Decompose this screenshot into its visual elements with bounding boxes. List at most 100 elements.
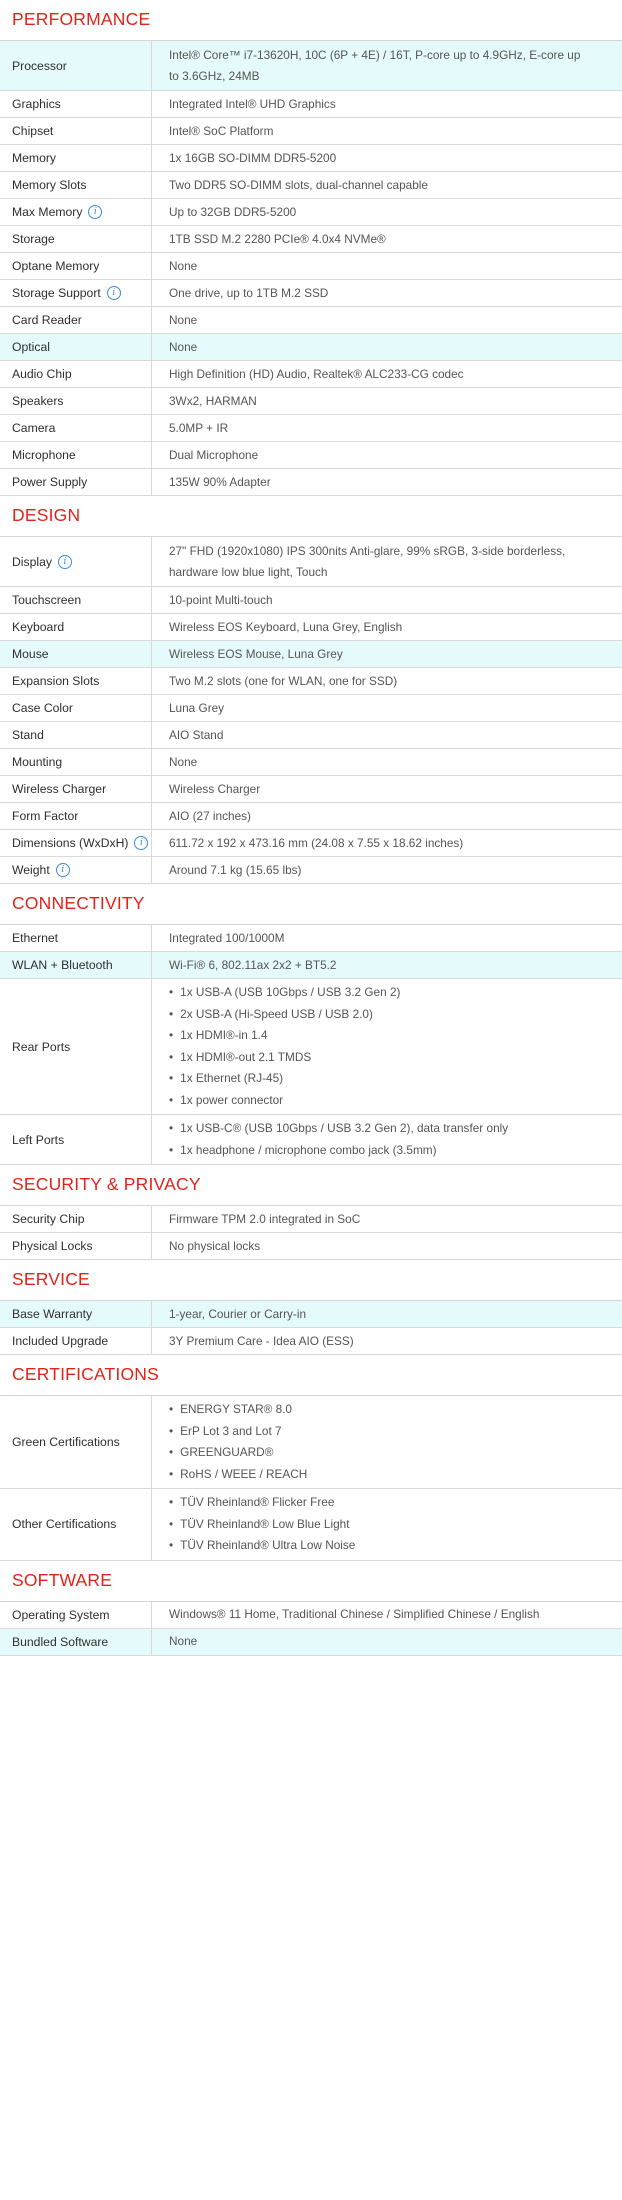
spec-value-cell: AIO (27 inches): [152, 803, 622, 829]
spec-label-cell: Display i: [0, 537, 152, 586]
spec-row-mouse: Mouse Wireless EOS Mouse, Luna Grey: [0, 641, 622, 668]
spec-value: 27" FHD (1920x1080) IPS 300nits Anti-gla…: [169, 543, 566, 558]
spec-label-cell: Mounting: [0, 749, 152, 775]
spec-label-cell: Expansion Slots: [0, 668, 152, 694]
spec-bullet-item: TÜV Rheinland® Flicker Free: [169, 1492, 612, 1514]
spec-value: Two DDR5 SO-DIMM slots, dual-channel cap…: [169, 177, 428, 192]
spec-row-wireless-charger: Wireless Charger Wireless Charger: [0, 776, 622, 803]
spec-label: Display: [12, 554, 52, 569]
spec-label-cell: Storage: [0, 226, 152, 252]
spec-label: Optical: [12, 340, 50, 354]
spec-value-cell: Two DDR5 SO-DIMM slots, dual-channel cap…: [152, 172, 622, 198]
spec-label: Expansion Slots: [12, 674, 100, 688]
spec-bullet-list: 1x USB-A (USB 10Gbps / USB 3.2 Gen 2)2x …: [169, 982, 612, 1111]
spec-row-other-certifications: Other Certifications TÜV Rheinland® Flick…: [0, 1489, 622, 1561]
section-title-software: SOFTWARE: [0, 1561, 622, 1602]
spec-value-cell: Wireless EOS Keyboard, Luna Grey, Englis…: [152, 614, 622, 640]
spec-value-cell: Luna Grey: [152, 695, 622, 721]
spec-value-cell: ENERGY STAR® 8.0ErP Lot 3 and Lot 7GREEN…: [152, 1396, 622, 1488]
spec-value: None: [169, 258, 198, 273]
spec-value-cell: Wireless EOS Mouse, Luna Grey: [152, 641, 622, 667]
spec-label-cell: Green Certifications: [0, 1396, 152, 1488]
spec-value: Intel® Core™ i7-13620H, 10C (6P + 4E) / …: [169, 47, 581, 62]
spec-row-expansion-slots: Expansion Slots Two M.2 slots (one for WL…: [0, 668, 622, 695]
spec-value: Windows® 11 Home, Traditional Chinese / …: [169, 1607, 540, 1621]
spec-label: Graphics: [12, 97, 61, 111]
spec-row-microphone: Microphone Dual Microphone: [0, 442, 622, 469]
spec-label: Green Certifications: [12, 1435, 120, 1449]
info-icon[interactable]: i: [57, 554, 72, 569]
spec-label: Processor: [12, 58, 67, 73]
spec-bullet-list: TÜV Rheinland® Flicker Free TÜV Rheinland…: [169, 1492, 612, 1557]
spec-value-cell: 135W 90% Adapter: [152, 469, 622, 495]
spec-value-cell: 27" FHD (1920x1080) IPS 300nits Anti-gla…: [152, 537, 622, 586]
spec-value: None: [169, 1634, 198, 1648]
spec-row-graphics: Graphics Integrated Intel® UHD Graphics: [0, 91, 622, 118]
info-icon[interactable]: i: [88, 205, 103, 219]
spec-row-ethernet: Ethernet Integrated 100/1000M: [0, 925, 622, 952]
spec-value: None: [169, 754, 198, 769]
spec-row-wlan-bluetooth: WLAN + Bluetooth Wi-Fi® 6, 802.11ax 2x2 +…: [0, 952, 622, 979]
spec-label: Weight: [12, 863, 50, 877]
spec-label: Max Memory: [12, 205, 83, 219]
spec-label: Storage Support: [12, 286, 101, 300]
spec-label: Microphone: [12, 448, 76, 462]
spec-label-cell: Stand: [0, 722, 152, 748]
spec-label: Left Ports: [12, 1132, 65, 1147]
spec-row-storage: Storage 1TB SSD M.2 2280 PCIe® 4.0x4 NVMe…: [0, 226, 622, 253]
spec-bullet-item: TÜV Rheinland® Ultra Low Noise: [169, 1535, 612, 1557]
info-icon[interactable]: i: [55, 863, 70, 877]
spec-label: Bundled Software: [12, 1634, 109, 1649]
spec-value-cell: TÜV Rheinland® Flicker Free TÜV Rheinland…: [152, 1489, 622, 1560]
spec-row-optane-memory: Optane Memory None: [0, 253, 622, 280]
spec-bullet-item: ErP Lot 3 and Lot 7: [169, 1421, 612, 1443]
spec-label-cell: Left Ports: [0, 1115, 152, 1164]
spec-label-cell: Dimensions (WxDxH) i: [0, 830, 152, 856]
spec-label: Wireless Charger: [12, 782, 107, 796]
spec-row-stand: Stand AIO Stand: [0, 722, 622, 749]
spec-value-cell: None: [152, 307, 622, 333]
spec-label: WLAN + Bluetooth: [12, 958, 113, 972]
spec-bullet-list: ENERGY STAR® 8.0ErP Lot 3 and Lot 7GREEN…: [169, 1399, 612, 1485]
spec-row-included-upgrade: Included Upgrade 3Y Premium Care - Idea A…: [0, 1328, 622, 1355]
spec-value-cell: Intel® SoC Platform: [152, 118, 622, 144]
spec-value-cell: 1x 16GB SO-DIMM DDR5-5200: [152, 145, 622, 171]
spec-value: One drive, up to 1TB M.2 SSD: [169, 285, 329, 300]
spec-value-cell: None: [152, 334, 622, 360]
spec-value: Firmware TPM 2.0 integrated in SoC: [169, 1211, 361, 1226]
spec-label: Case Color: [12, 701, 73, 715]
spec-value: 1-year, Courier or Carry-in: [169, 1306, 307, 1321]
spec-label: Security Chip: [12, 1212, 85, 1226]
spec-value-cell: Integrated Intel® UHD Graphics: [152, 91, 622, 117]
spec-label-cell: Storage Support i: [0, 280, 152, 306]
spec-value: 1x 16GB SO-DIMM DDR5-5200: [169, 150, 337, 165]
spec-value-cell: Up to 32GB DDR5-5200: [152, 199, 622, 225]
spec-row-max-memory: Max Memory i Up to 32GB DDR5-5200: [0, 199, 622, 226]
spec-value-cell: 3Wx2, HARMAN: [152, 388, 622, 414]
spec-value: to 3.6GHz, 24MB: [169, 68, 260, 83]
spec-label: Mouse: [12, 647, 49, 661]
spec-row-processor: Processor Intel® Core™ i7-13620H, 10C (6P…: [0, 41, 622, 91]
spec-label: Rear Ports: [12, 1039, 71, 1054]
spec-row-rear-ports: Rear Ports 1x USB-A (USB 10Gbps / USB 3.2…: [0, 979, 622, 1115]
info-icon[interactable]: i: [106, 286, 121, 300]
spec-value: Integrated 100/1000M: [169, 930, 285, 945]
spec-label: Audio Chip: [12, 367, 72, 381]
spec-value: AIO (27 inches): [169, 808, 251, 823]
spec-value: 611.72 x 192 x 473.16 mm (24.08 x 7.55 x…: [169, 835, 464, 850]
spec-label: Other Certifications: [12, 1517, 117, 1532]
spec-value: Wireless EOS Mouse, Luna Grey: [169, 646, 343, 661]
spec-value: Integrated Intel® UHD Graphics: [169, 96, 336, 111]
spec-label-cell: Base Warranty: [0, 1301, 152, 1327]
spec-bullet-item: 1x USB-A (USB 10Gbps / USB 3.2 Gen 2): [169, 982, 612, 1004]
spec-label-cell: Touchscreen: [0, 587, 152, 613]
spec-bullet-item: 1x HDMI®-out 2.1 TMDS: [169, 1047, 612, 1069]
spec-value-cell: Intel® Core™ i7-13620H, 10C (6P + 4E) / …: [152, 41, 622, 90]
spec-bullet-item: 2x USB-A (Hi-Speed USB / USB 2.0): [169, 1004, 612, 1026]
spec-label-cell: Graphics: [0, 91, 152, 117]
spec-label-cell: Card Reader: [0, 307, 152, 333]
spec-value-cell: 1x USB-C® (USB 10Gbps / USB 3.2 Gen 2), …: [152, 1115, 622, 1164]
spec-label-cell: Included Upgrade: [0, 1328, 152, 1354]
spec-label-cell: Processor: [0, 41, 152, 90]
info-icon[interactable]: i: [134, 836, 149, 850]
